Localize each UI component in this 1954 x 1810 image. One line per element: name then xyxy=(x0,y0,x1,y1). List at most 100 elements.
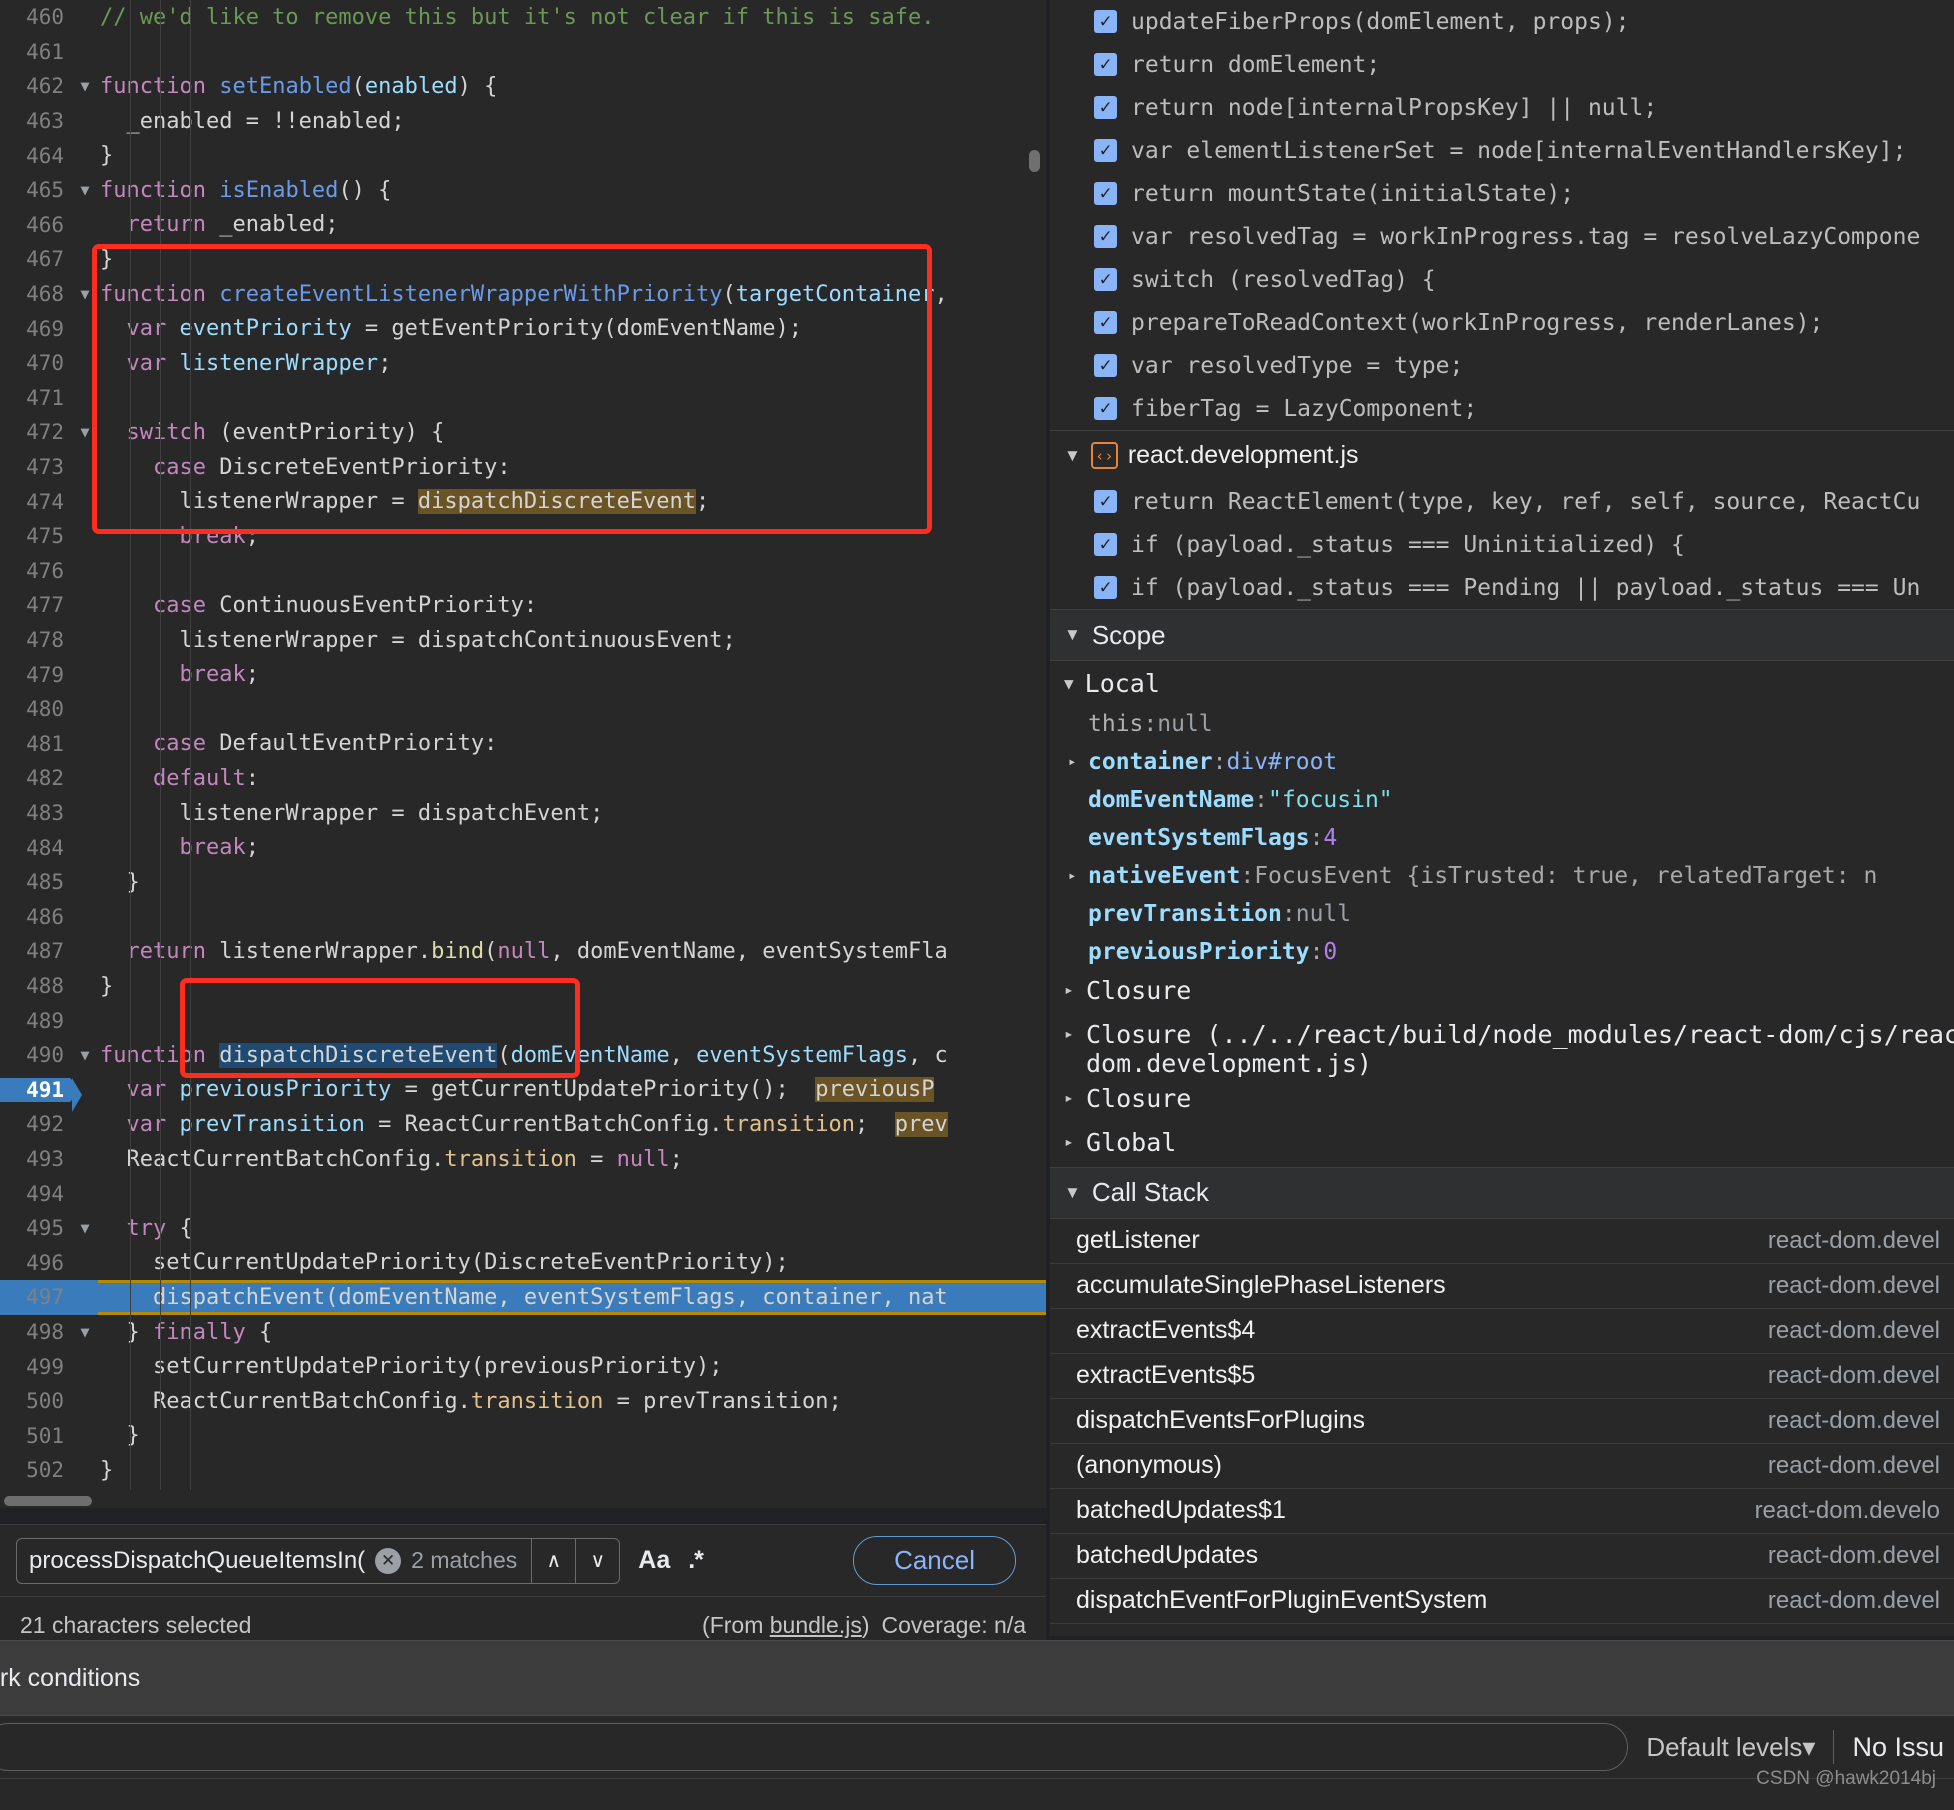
line-number[interactable]: 499 xyxy=(0,1355,72,1379)
call-stack-frame[interactable]: dispatchEventForPluginEventSystemreact-d… xyxy=(1050,1579,1954,1624)
line-number[interactable]: 461 xyxy=(0,40,72,64)
fold-toggle-icon[interactable]: ▼ xyxy=(72,77,98,95)
fold-toggle-icon[interactable]: ▼ xyxy=(72,1323,98,1341)
line-number[interactable]: 497 xyxy=(0,1285,72,1309)
line-number[interactable]: 462 xyxy=(0,74,72,98)
breakpoint-row[interactable]: ✓return mountState(initialState); xyxy=(1050,172,1954,215)
code-line[interactable]: 464} xyxy=(0,138,1046,173)
code-line[interactable]: 471 xyxy=(0,381,1046,416)
scope-variable-row[interactable]: previousPriority: 0 xyxy=(1050,933,1954,971)
editor-horizontal-scrollbar-track[interactable] xyxy=(0,1494,1046,1508)
call-stack-frame[interactable]: (anonymous)react-dom.devel xyxy=(1050,1444,1954,1489)
breakpoint-row[interactable]: ✓if (payload._status === Pending || payl… xyxy=(1050,566,1954,609)
code-line[interactable]: 491 var previousPriority = getCurrentUpd… xyxy=(0,1073,1046,1108)
scope-variable-row[interactable]: ▸nativeEvent: FocusEvent {isTrusted: tru… xyxy=(1050,857,1954,895)
breakpoint-row[interactable]: ✓if (payload._status === Uninitialized) … xyxy=(1050,523,1954,566)
line-number[interactable]: 477 xyxy=(0,593,72,617)
code-line[interactable]: 496 setCurrentUpdatePriority(DiscreteEve… xyxy=(0,1246,1046,1281)
line-number[interactable]: 479 xyxy=(0,663,72,687)
expand-triangle-icon[interactable]: ▸ xyxy=(1068,868,1088,884)
code-line[interactable]: 466 return _enabled; xyxy=(0,208,1046,243)
line-number[interactable]: 494 xyxy=(0,1182,72,1206)
breakpoint-file-header[interactable]: ▼‹›react.development.js xyxy=(1050,430,1954,480)
code-line[interactable]: 477 case ContinuousEventPriority: xyxy=(0,588,1046,623)
breakpoint-row[interactable]: ✓updateFiberProps(domElement, props); xyxy=(1050,0,1954,43)
scope-variable-row[interactable]: prevTransition: null xyxy=(1050,895,1954,933)
code-line[interactable]: 470 var listenerWrapper; xyxy=(0,346,1046,381)
breakpoint-row[interactable]: ✓var elementListenerSet = node[internalE… xyxy=(1050,129,1954,172)
breakpoint-checkbox[interactable]: ✓ xyxy=(1094,225,1117,248)
breakpoint-checkbox[interactable]: ✓ xyxy=(1094,139,1117,162)
line-number[interactable]: 484 xyxy=(0,836,72,860)
match-case-button[interactable]: Aa xyxy=(638,1546,670,1575)
code-line[interactable]: 463 _enabled = !!enabled; xyxy=(0,104,1046,139)
line-number[interactable]: 460 xyxy=(0,5,72,29)
chevron-down-icon[interactable]: ▼ xyxy=(1064,1183,1081,1203)
line-number[interactable]: 470 xyxy=(0,351,72,375)
code-line[interactable]: 469 var eventPriority = getEventPriority… xyxy=(0,311,1046,346)
find-input-wrapper[interactable]: processDispatchQueueItemsIn( ✕ 2 matches… xyxy=(16,1538,620,1584)
find-next-button[interactable]: ∨ xyxy=(575,1538,619,1584)
line-number[interactable]: 495 xyxy=(0,1216,72,1240)
log-levels-dropdown[interactable]: Default levels▾ xyxy=(1646,1732,1815,1763)
scope-closure-row[interactable]: ▸Closure xyxy=(1050,1079,1954,1123)
line-number[interactable]: 465 xyxy=(0,178,72,202)
code-line[interactable]: 500 ReactCurrentBatchConfig.transition =… xyxy=(0,1384,1046,1419)
network-conditions-bar[interactable]: ork conditions xyxy=(0,1640,1954,1716)
line-number[interactable]: 500 xyxy=(0,1389,72,1413)
line-number[interactable]: 472 xyxy=(0,420,72,444)
find-previous-button[interactable]: ∧ xyxy=(531,1538,575,1584)
code-line[interactable]: 482 default: xyxy=(0,761,1046,796)
breakpoint-row[interactable]: ✓fiberTag = LazyComponent; xyxy=(1050,387,1954,430)
line-number[interactable]: 483 xyxy=(0,801,72,825)
code-line[interactable]: 462▼function setEnabled(enabled) { xyxy=(0,69,1046,104)
line-number[interactable]: 480 xyxy=(0,697,72,721)
regex-button[interactable]: .* xyxy=(688,1546,703,1575)
fold-toggle-icon[interactable]: ▼ xyxy=(72,1046,98,1064)
call-stack-frame[interactable]: getListenerreact-dom.devel xyxy=(1050,1219,1954,1264)
line-number[interactable]: 488 xyxy=(0,974,72,998)
call-stack-frame[interactable]: extractEvents$5react-dom.devel xyxy=(1050,1354,1954,1399)
code-line[interactable]: 486 xyxy=(0,900,1046,935)
breakpoint-checkbox[interactable]: ✓ xyxy=(1094,397,1117,420)
line-number[interactable]: 496 xyxy=(0,1251,72,1275)
line-number[interactable]: 475 xyxy=(0,524,72,548)
line-number[interactable]: 474 xyxy=(0,490,72,514)
breakpoint-row[interactable]: ✓return node[internalPropsKey] || null; xyxy=(1050,86,1954,129)
code-line[interactable]: 501 } xyxy=(0,1419,1046,1454)
code-line[interactable]: 472▼ switch (eventPriority) { xyxy=(0,415,1046,450)
breakpoint-checkbox[interactable]: ✓ xyxy=(1094,354,1117,377)
code-line[interactable]: 479 break; xyxy=(0,657,1046,692)
call-stack-section-header[interactable]: ▼Call Stack xyxy=(1050,1167,1954,1219)
breakpoint-row[interactable]: ✓return ReactElement(type, key, ref, sel… xyxy=(1050,480,1954,523)
code-line[interactable]: 489 xyxy=(0,1003,1046,1038)
issues-counter[interactable]: No Issu xyxy=(1852,1732,1954,1763)
line-number[interactable]: 473 xyxy=(0,455,72,479)
expand-triangle-icon[interactable]: ▸ xyxy=(1068,754,1088,770)
breakpoint-checkbox[interactable]: ✓ xyxy=(1094,10,1117,33)
line-number[interactable]: 487 xyxy=(0,939,72,963)
breakpoint-checkbox[interactable]: ✓ xyxy=(1094,96,1117,119)
line-number[interactable]: 491 xyxy=(0,1078,72,1102)
line-number[interactable]: 489 xyxy=(0,1009,72,1033)
fold-toggle-icon[interactable]: ▼ xyxy=(72,285,98,303)
code-line[interactable]: 485 } xyxy=(0,865,1046,900)
code-line[interactable]: 487 return listenerWrapper.bind(null, do… xyxy=(0,934,1046,969)
expand-triangle-icon[interactable]: ▸ xyxy=(1064,1079,1086,1107)
breakpoint-checkbox[interactable]: ✓ xyxy=(1094,182,1117,205)
line-number[interactable]: 501 xyxy=(0,1424,72,1448)
chevron-down-icon[interactable]: ▼ xyxy=(1064,446,1081,466)
code-line[interactable]: 460// we'd like to remove this but it's … xyxy=(0,0,1046,35)
code-line[interactable]: 484 break; xyxy=(0,830,1046,865)
code-line[interactable]: 480 xyxy=(0,692,1046,727)
code-line[interactable]: 502} xyxy=(0,1453,1046,1488)
call-stack-frame[interactable]: batchedUpdates$1react-dom.develo xyxy=(1050,1489,1954,1534)
breakpoint-checkbox[interactable]: ✓ xyxy=(1094,490,1117,513)
line-number[interactable]: 469 xyxy=(0,317,72,341)
code-line[interactable]: 483 listenerWrapper = dispatchEvent; xyxy=(0,796,1046,831)
scope-closure-row[interactable]: ▸Closure (../../react/build/node_modules… xyxy=(1050,1015,1954,1079)
find-input[interactable]: processDispatchQueueItemsIn( xyxy=(17,1547,375,1575)
code-editor[interactable]: 460// we'd like to remove this but it's … xyxy=(0,0,1046,1508)
console-filter-input[interactable] xyxy=(0,1723,1628,1771)
code-line[interactable]: 467} xyxy=(0,242,1046,277)
